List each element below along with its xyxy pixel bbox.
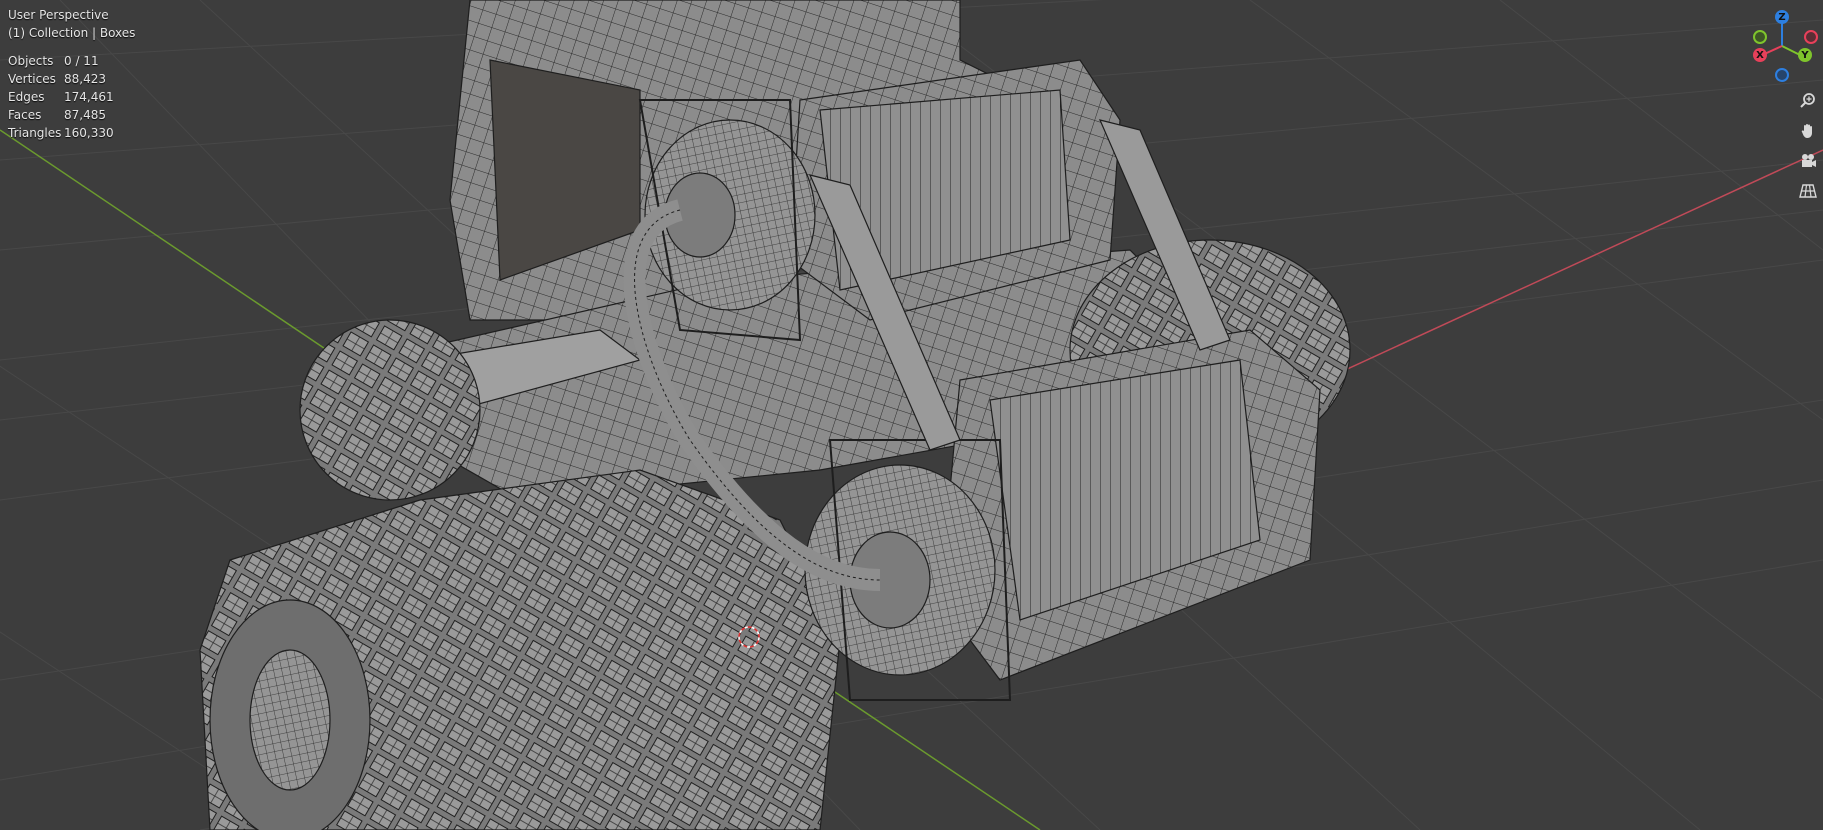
- stat-value: 160,330: [64, 126, 114, 140]
- stat-label: Faces: [8, 108, 42, 122]
- stat-row-objects: Objects 0 / 11: [8, 52, 135, 70]
- stat-row-triangles: Triangles 160,330: [8, 124, 135, 142]
- pan-hand-icon: [1801, 124, 1812, 138]
- gizmo-neg-y-axis[interactable]: [1753, 30, 1767, 44]
- viewport-navigation-tools: [1795, 88, 1823, 208]
- gizmo-x-axis[interactable]: X: [1753, 48, 1767, 62]
- camera-view-button[interactable]: [1795, 148, 1821, 174]
- stat-value: 174,461: [64, 90, 114, 104]
- pan-button[interactable]: [1795, 118, 1821, 144]
- navigation-gizmo[interactable]: Z Y X: [1738, 6, 1823, 86]
- stat-row-edges: Edges 174,461: [8, 88, 135, 106]
- stat-label: Vertices: [8, 72, 56, 86]
- gizmo-neg-x-axis[interactable]: [1804, 30, 1818, 44]
- perspective-grid-icon: [1799, 184, 1817, 198]
- gizmo-neg-z-axis[interactable]: [1775, 68, 1789, 82]
- stat-label: Triangles: [8, 126, 62, 140]
- viewport-canvas[interactable]: [0, 0, 1823, 830]
- toggle-perspective-button[interactable]: [1795, 178, 1821, 204]
- stat-label: Objects: [8, 54, 54, 68]
- stat-value: 87,485: [64, 108, 106, 122]
- zoom-button[interactable]: [1795, 88, 1821, 114]
- vehicle-mesh[interactable]: [199, 0, 1351, 830]
- stat-row-faces: Faces 87,485: [8, 106, 135, 124]
- gizmo-z-axis[interactable]: Z: [1775, 10, 1789, 24]
- 3d-viewport[interactable]: [0, 0, 1823, 830]
- stat-label: Edges: [8, 90, 45, 104]
- zoom-icon: [1800, 93, 1815, 108]
- gizmo-y-axis[interactable]: Y: [1798, 48, 1812, 62]
- x-axis-line: [1279, 149, 1823, 401]
- view-name: User Perspective: [8, 8, 109, 22]
- stat-row-vertices: Vertices 88,423: [8, 70, 135, 88]
- stat-value: 88,423: [64, 72, 106, 86]
- collection-label: (1) Collection | Boxes: [8, 26, 136, 40]
- camera-icon: [1802, 154, 1816, 167]
- scene-statistics: Objects 0 / 11 Vertices 88,423 Edges 174…: [8, 52, 135, 142]
- viewport-info-overlay: User Perspective (1) Collection | Boxes …: [8, 4, 135, 142]
- stat-value: 0 / 11: [64, 54, 99, 68]
